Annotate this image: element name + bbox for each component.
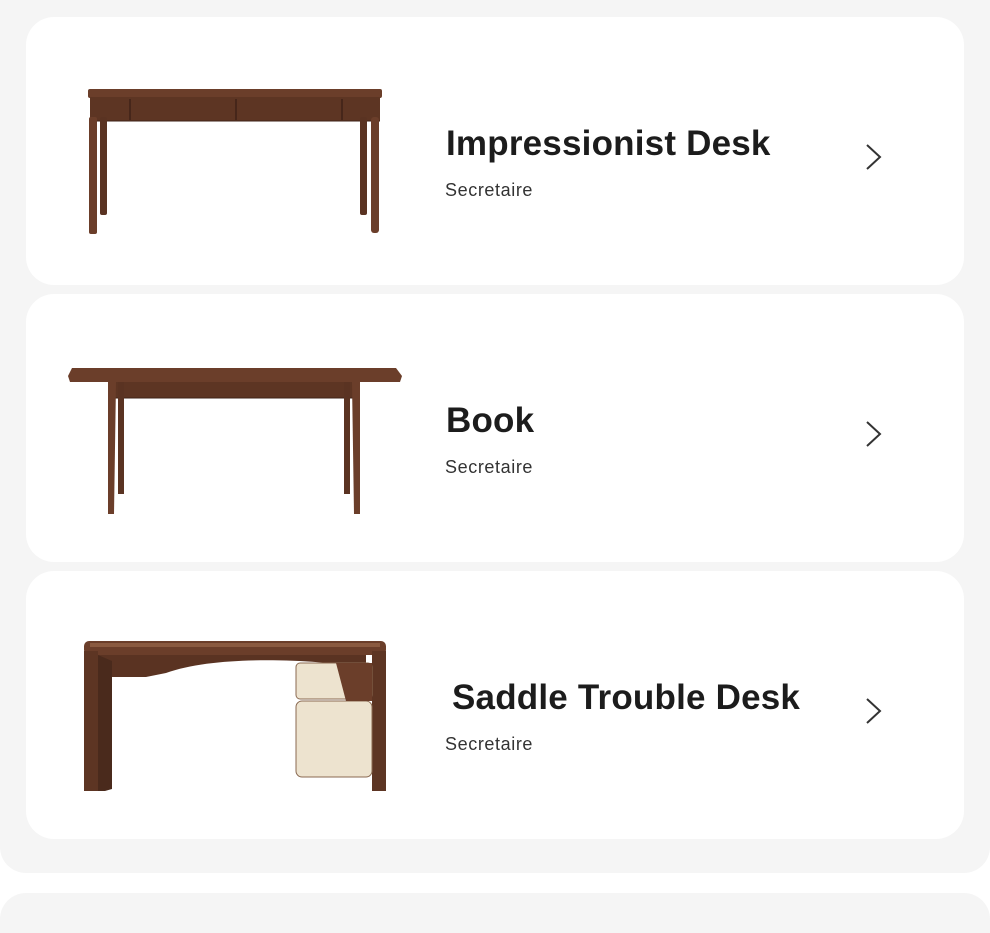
product-list-panel: Impressionist Desk Secretaire Book Secre <box>0 0 990 873</box>
next-product-list-panel <box>0 893 990 933</box>
desk-with-cabinet-image <box>66 621 406 791</box>
product-title: Saddle Trouble Desk <box>452 678 801 717</box>
product-category: Secretaire <box>445 180 534 200</box>
product-title: Impressionist Desk <box>446 124 771 163</box>
desk-with-drawers-image <box>66 67 406 237</box>
product-card-saddle-trouble-desk[interactable]: Saddle Trouble Desk Secretaire <box>26 571 964 839</box>
chevron-right-icon[interactable] <box>862 696 888 726</box>
product-title: Book <box>446 401 535 440</box>
writing-table-image <box>66 344 406 514</box>
product-card-book[interactable]: Book Secretaire <box>26 294 964 562</box>
chevron-right-icon[interactable] <box>862 419 888 449</box>
chevron-right-icon[interactable] <box>862 142 888 172</box>
product-category: Secretaire <box>445 734 534 754</box>
product-card-impressionist-desk[interactable]: Impressionist Desk Secretaire <box>26 17 964 285</box>
product-category: Secretaire <box>445 457 534 477</box>
